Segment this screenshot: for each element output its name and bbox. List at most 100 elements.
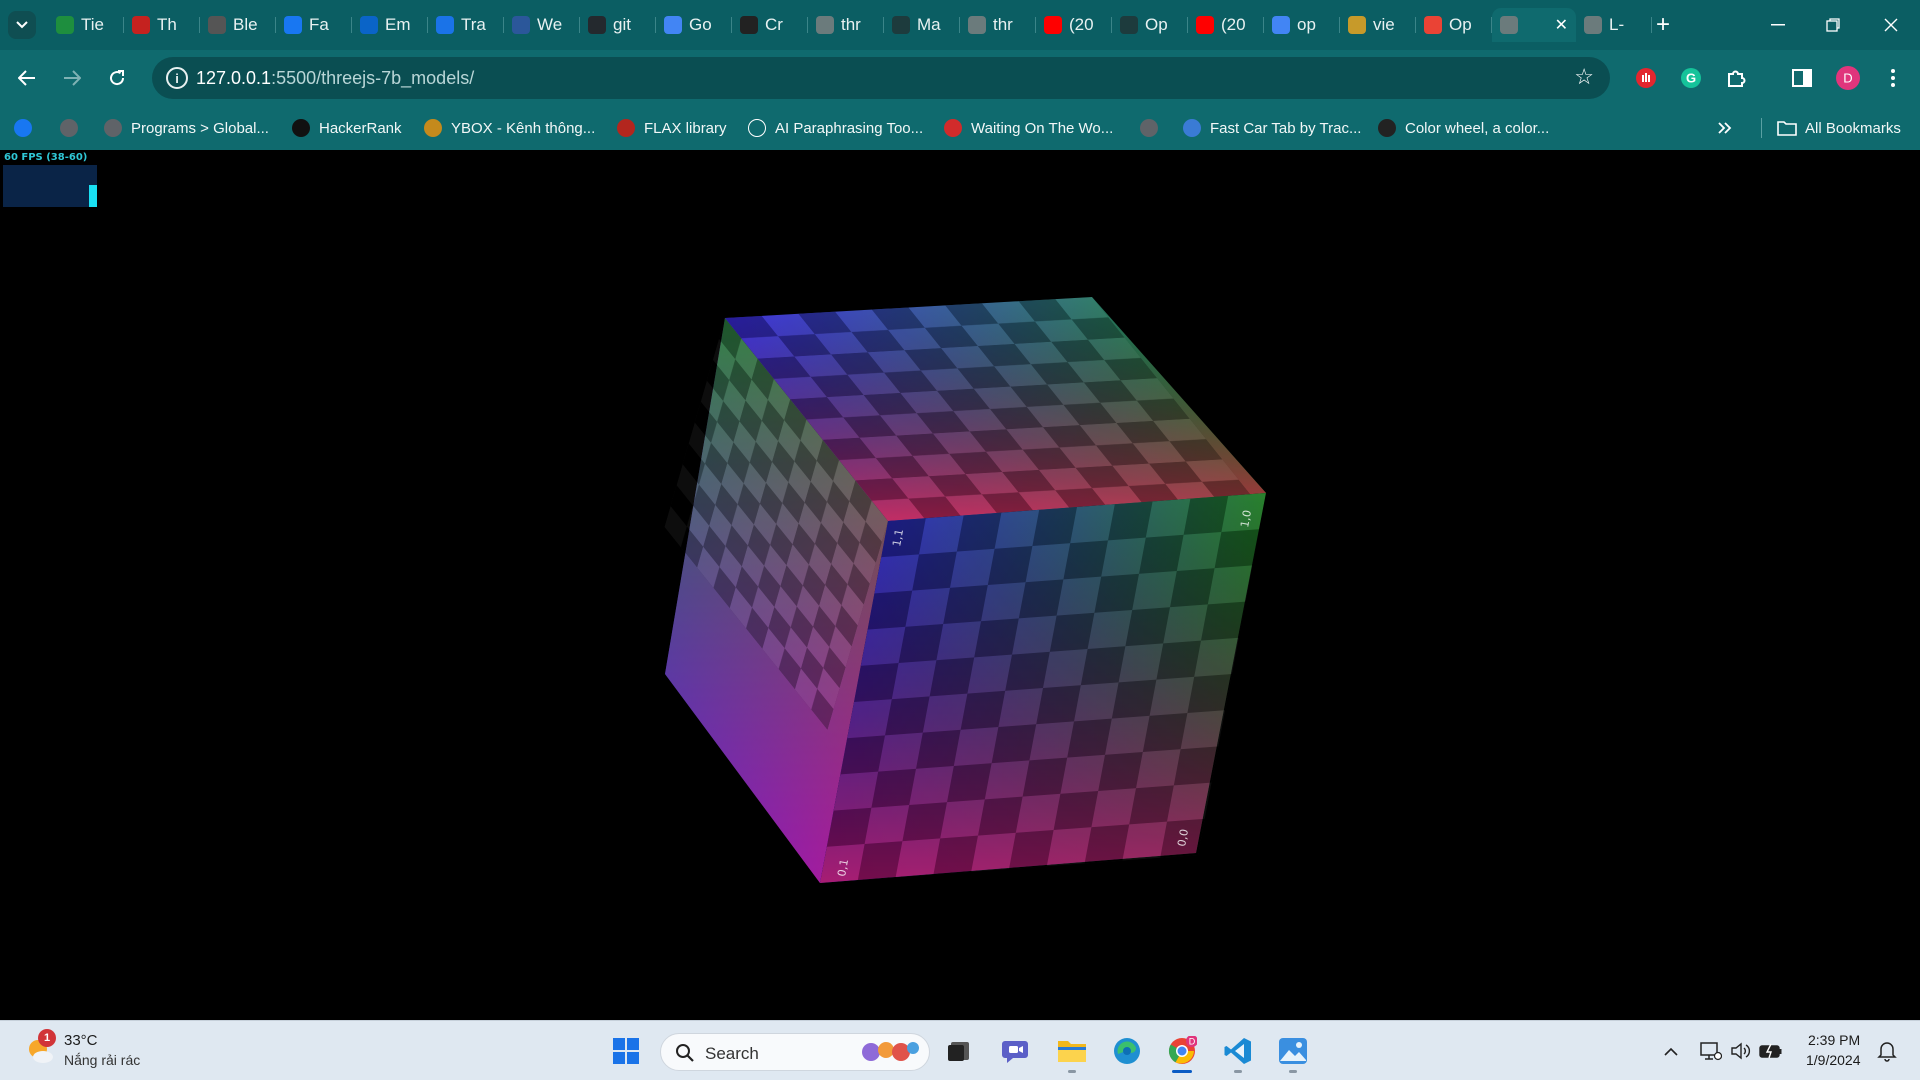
running-indicator xyxy=(1234,1070,1242,1073)
browser-tab[interactable]: Go xyxy=(656,8,732,42)
browser-tab[interactable]: op xyxy=(1264,8,1340,42)
all-bookmarks-button[interactable]: All Bookmarks xyxy=(1777,116,1901,140)
browser-tab[interactable]: Fa xyxy=(276,8,352,42)
bookmark-star-icon[interactable]: ☆ xyxy=(1574,64,1594,90)
flag-icon xyxy=(892,16,910,34)
browser-tab[interactable]: Tie xyxy=(48,8,124,42)
facebook-icon xyxy=(284,16,302,34)
minimize-button[interactable] xyxy=(1758,10,1798,40)
browser-tab[interactable]: Th xyxy=(124,8,200,42)
flax-icon xyxy=(617,119,635,137)
folder-icon xyxy=(1777,121,1797,136)
bookmark-item[interactable] xyxy=(1140,116,1167,140)
url-path: :5500/threejs-7b_models/ xyxy=(271,68,475,88)
extension-hand-icon[interactable] xyxy=(1632,64,1660,92)
browser-tab[interactable]: thr xyxy=(808,8,884,42)
minimize-icon xyxy=(1771,24,1785,26)
bookmark-item[interactable] xyxy=(60,116,87,140)
side-panel-icon[interactable] xyxy=(1788,64,1816,92)
github-icon xyxy=(588,16,606,34)
browser-tab[interactable]: Ble xyxy=(200,8,276,42)
close-window-button[interactable] xyxy=(1871,10,1911,40)
browser-tab[interactable]: Op xyxy=(1112,8,1188,42)
browser-tab[interactable]: Op xyxy=(1416,8,1492,42)
tab-title: Tra xyxy=(461,15,486,34)
browser-tab[interactable]: L- xyxy=(1576,8,1652,42)
back-button[interactable] xyxy=(11,62,43,94)
taskbar-search-box[interactable]: Search xyxy=(660,1033,930,1071)
browser-tab[interactable]: Cr xyxy=(732,8,808,42)
address-bar[interactable]: i 127.0.0.1:5500/threejs-7b_models/ ☆ xyxy=(152,57,1610,99)
task-view-button[interactable] xyxy=(941,1033,977,1069)
new-tab-button[interactable]: + xyxy=(1649,11,1677,39)
bookmark-item[interactable]: Programs > Global... xyxy=(104,116,269,140)
bookmark-item[interactable]: Color wheel, a color... xyxy=(1378,116,1549,140)
bookmark-item[interactable]: YBOX - Kênh thông... xyxy=(424,116,595,140)
arrow-left-icon xyxy=(18,70,35,86)
notifications-button[interactable] xyxy=(1872,1033,1902,1069)
close-tab-icon[interactable]: ✕ xyxy=(1555,15,1568,35)
browser-toolbar: i 127.0.0.1:5500/threejs-7b_models/ ☆ G … xyxy=(0,50,1920,106)
browser-tab[interactable]: ✕ xyxy=(1492,8,1576,42)
restore-icon xyxy=(1826,18,1840,32)
chrome-button[interactable]: D xyxy=(1164,1033,1200,1073)
close-icon xyxy=(1884,18,1898,32)
bookmark-label: FLAX library xyxy=(644,119,727,137)
browser-tab[interactable]: We xyxy=(504,8,580,42)
browser-tab[interactable]: vie xyxy=(1340,8,1416,42)
bookmark-item[interactable]: Fast Car Tab by Trac... xyxy=(1183,116,1361,140)
tab-title: op xyxy=(1297,15,1316,34)
search-highlight-art-icon xyxy=(862,1042,919,1061)
photos-button[interactable] xyxy=(1275,1033,1311,1073)
extensions-puzzle-icon[interactable] xyxy=(1722,64,1750,92)
tab-title: Cr xyxy=(765,15,783,34)
forward-button[interactable] xyxy=(56,62,88,94)
battery-icon[interactable] xyxy=(1756,1033,1786,1069)
windows-taskbar: 1 33°C Nắng rải rác Search D 2:39 PM 1/9… xyxy=(0,1020,1920,1080)
site-info-icon[interactable]: i xyxy=(166,67,188,89)
bookmark-item[interactable]: FLAX library xyxy=(617,116,727,140)
tab-title: Fa xyxy=(309,15,329,34)
reload-button[interactable] xyxy=(101,62,133,94)
car-icon xyxy=(1183,119,1201,137)
tab-title: git xyxy=(613,15,631,34)
browser-tab[interactable]: Ma xyxy=(884,8,960,42)
tab-search-button[interactable] xyxy=(8,11,36,39)
browser-tab[interactable]: git xyxy=(580,8,656,42)
browser-tab[interactable]: (20 xyxy=(1188,8,1264,42)
network-icon[interactable] xyxy=(1696,1033,1726,1069)
google-icon xyxy=(1272,16,1290,34)
bookmark-item[interactable]: AI Paraphrasing Too... xyxy=(748,116,923,140)
browser-tab[interactable]: Em xyxy=(352,8,428,42)
bookmark-label: AI Paraphrasing Too... xyxy=(775,119,924,137)
bookmark-item[interactable]: HackerRank xyxy=(292,116,402,140)
edge-button[interactable] xyxy=(1109,1033,1145,1069)
active-indicator xyxy=(1172,1070,1192,1073)
threejs-canvas[interactable]: 60 FPS (38-60) 1,1 1,0 0,1 0,0 xyxy=(0,150,1920,1020)
start-button[interactable] xyxy=(608,1033,644,1069)
restore-button[interactable] xyxy=(1813,10,1853,40)
tab-title: (20 xyxy=(1221,15,1246,34)
browser-tab[interactable]: Tra xyxy=(428,8,504,42)
globe-icon xyxy=(968,16,986,34)
grammarly-icon[interactable]: G xyxy=(1677,64,1705,92)
profile-avatar[interactable]: D xyxy=(1834,64,1862,92)
browser-tab[interactable]: (20 xyxy=(1036,8,1112,42)
volume-icon[interactable] xyxy=(1726,1033,1756,1069)
svg-text:G: G xyxy=(1686,71,1696,86)
bookmark-item[interactable] xyxy=(14,116,41,140)
menu-kebab-icon[interactable] xyxy=(1879,64,1907,92)
arrow-right-icon xyxy=(64,70,81,86)
bookmark-item[interactable]: Waiting On The Wo... xyxy=(944,116,1113,140)
hackerrank-icon xyxy=(292,119,310,137)
show-hidden-icons-button[interactable] xyxy=(1656,1033,1686,1069)
file-explorer-button[interactable] xyxy=(1054,1033,1090,1073)
url-text[interactable]: 127.0.0.1:5500/threejs-7b_models/ xyxy=(196,68,474,89)
onedrive-icon xyxy=(436,16,454,34)
teams-meet-button[interactable] xyxy=(998,1033,1034,1069)
more-bookmarks-button[interactable] xyxy=(1718,116,1732,140)
tab-title: Em xyxy=(385,15,411,34)
browser-tab[interactable]: thr xyxy=(960,8,1036,42)
gmail-icon xyxy=(132,16,150,34)
vscode-button[interactable] xyxy=(1220,1033,1256,1073)
